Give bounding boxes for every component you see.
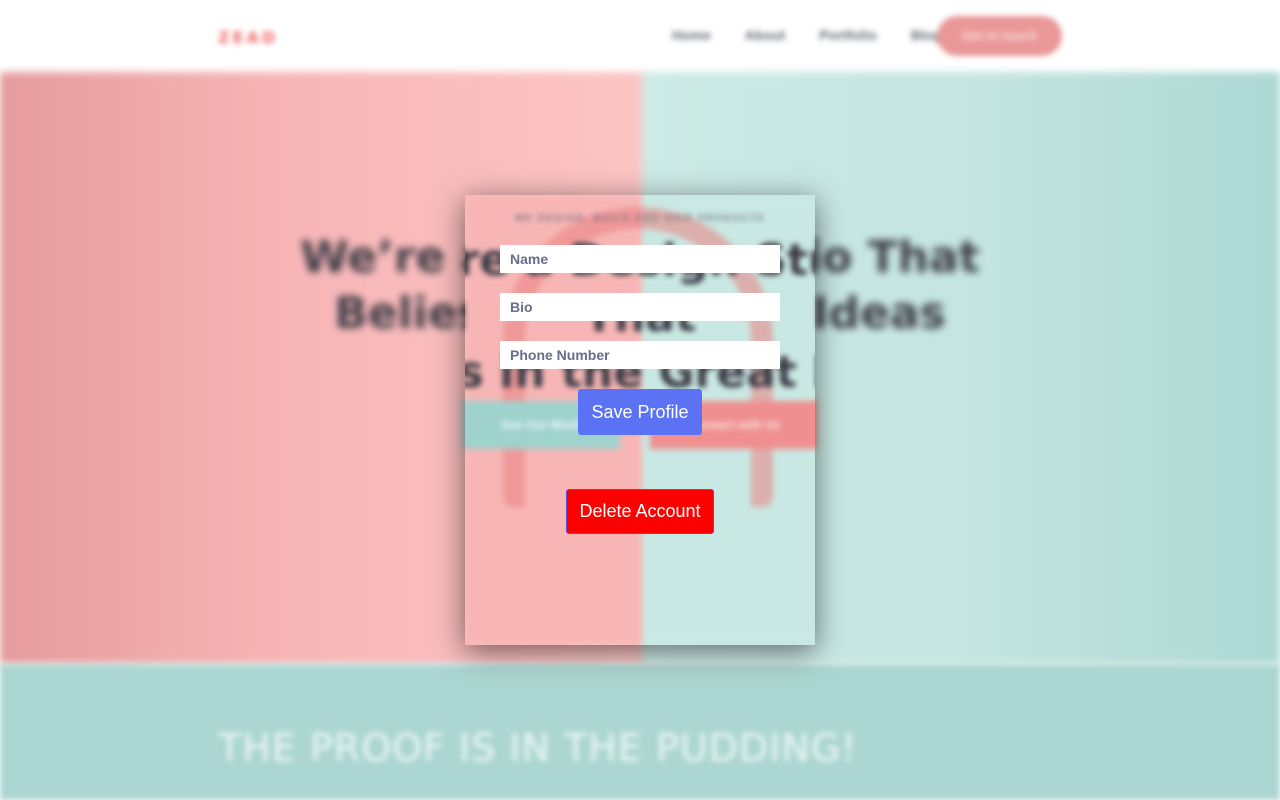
section-title: THE PROOF IS IN THE PUDDING! xyxy=(218,726,858,770)
modal-bg-kicker: WE DESIGN, BUILD AND SHIP PRODUCTS xyxy=(514,213,765,223)
top-navbar: ZEAD Home About Portfolio Blog Get in to… xyxy=(0,0,1280,72)
proof-section: THE PROOF IS IN THE PUDDING! xyxy=(0,664,1280,800)
site-logo[interactable]: ZEAD xyxy=(218,28,278,47)
profile-modal: WE DESIGN, BUILD AND SHIP PRODUCTS We’re… xyxy=(465,195,815,645)
save-profile-button[interactable]: Save Profile xyxy=(578,389,702,435)
phone-number-input[interactable] xyxy=(500,341,780,369)
nav-menu: Home About Portfolio Blog xyxy=(672,27,976,43)
nav-item-home[interactable]: Home xyxy=(672,27,711,43)
nav-item-about[interactable]: About xyxy=(745,27,785,43)
nav-item-portfolio[interactable]: Portfolio xyxy=(819,27,877,43)
bio-input[interactable] xyxy=(500,293,780,321)
name-input[interactable] xyxy=(500,245,780,273)
get-in-touch-button[interactable]: Get in touch xyxy=(937,16,1062,56)
delete-account-button[interactable]: Delete Account xyxy=(566,489,714,534)
